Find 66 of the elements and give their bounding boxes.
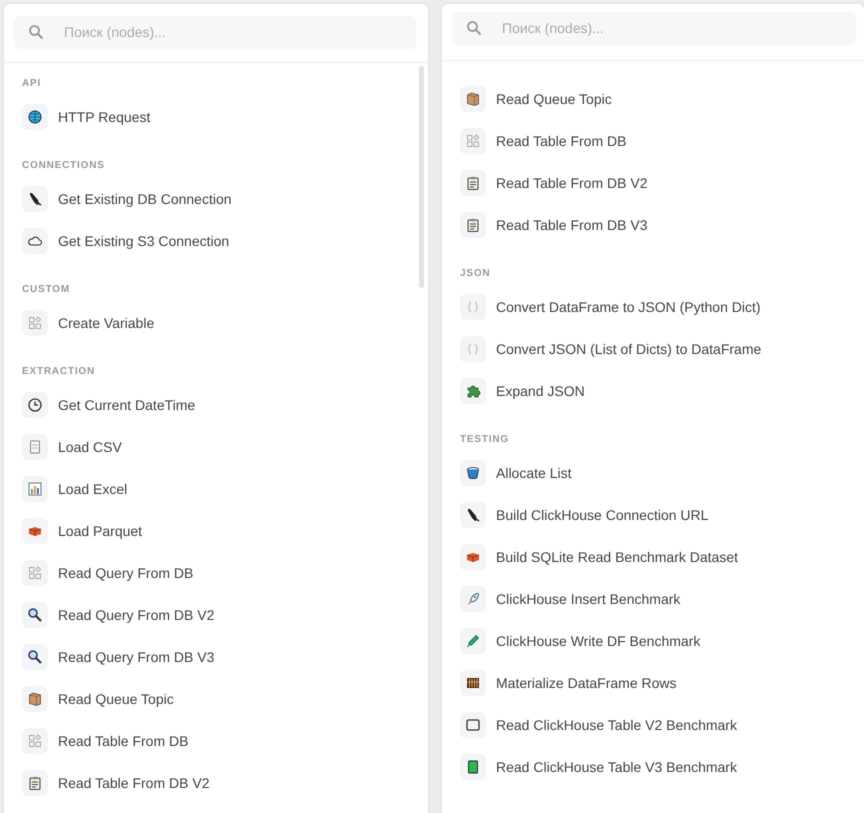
section-header: JSON [460, 267, 492, 281]
node-item[interactable]: Read ClickHouse Table V2 Benchmark [496, 717, 737, 733]
node-item[interactable]: Read Queue Topic [496, 91, 612, 107]
node-item[interactable]: Convert JSON (List of Dicts) to DataFrame [496, 341, 762, 357]
node-item[interactable]: Read Table From DB [58, 733, 188, 749]
shapes-icon [27, 565, 43, 581]
document-icon [27, 439, 43, 455]
braces-icon [465, 299, 481, 315]
search-field[interactable]: Поиск (nodes)... [452, 12, 856, 44]
node-item[interactable]: Load CSV [58, 439, 122, 455]
scrollbar[interactable] [419, 66, 424, 288]
search-icon [466, 20, 482, 36]
node-item[interactable]: ClickHouse Insert Benchmark [496, 591, 680, 607]
node-item[interactable]: HTTP Request [58, 109, 150, 125]
node-item[interactable]: Read ClickHouse Table V3 Benchmark [496, 759, 737, 775]
clipboard-icon [27, 775, 43, 791]
section-header: CUSTOM [22, 283, 71, 297]
section-header: API [22, 77, 42, 91]
node-item[interactable]: Get Existing S3 Connection [58, 233, 230, 249]
frame-icon [465, 717, 481, 733]
shapes-icon [27, 733, 43, 749]
bucket-icon [465, 465, 481, 481]
shapes-icon [27, 315, 43, 331]
node-item[interactable]: Read Query From DB [58, 565, 194, 581]
search-icon [28, 24, 44, 40]
rocket-icon [465, 591, 481, 607]
pen-icon [465, 633, 481, 649]
node-item[interactable]: Materialize DataFrame Rows [496, 675, 676, 691]
plug-icon [465, 507, 481, 523]
node-item[interactable]: Read Query From DB V2 [58, 607, 214, 623]
box-icon [27, 691, 43, 707]
node-item[interactable]: Get Current DateTime [58, 397, 196, 413]
node-item[interactable]: Read Queue Topic [58, 691, 174, 707]
node-item[interactable]: Build ClickHouse Connection URL [496, 507, 708, 523]
node-item[interactable]: Read Table From DB [496, 133, 626, 149]
node-item[interactable]: Allocate List [496, 465, 572, 481]
node-item[interactable]: ClickHouse Write DF Benchmark [496, 633, 700, 649]
node-item[interactable]: Build SQLite Read Benchmark Dataset [496, 549, 738, 565]
abacus-icon [465, 675, 481, 691]
bar-chart-icon [27, 481, 43, 497]
box-icon [465, 91, 481, 107]
clock-icon [27, 397, 43, 413]
section-header: TESTING [460, 433, 510, 447]
node-item[interactable]: Load Parquet [58, 523, 142, 539]
shapes-icon [465, 133, 481, 149]
node-item[interactable]: Get Existing DB Connection [58, 191, 232, 207]
braces-icon [465, 341, 481, 357]
magnifier-icon [27, 649, 43, 665]
node-item[interactable]: Read Table From DB V2 [58, 775, 210, 791]
node-item[interactable]: Load Excel [58, 481, 128, 497]
node-item[interactable]: Read Table From DB V3 [496, 217, 648, 233]
globe-icon [27, 109, 43, 125]
puzzle-piece-icon [465, 383, 481, 399]
node-item[interactable]: Expand JSON [496, 383, 585, 399]
search-field[interactable]: Поиск (nodes)... [14, 16, 416, 48]
node-item[interactable]: Create Variable [58, 315, 154, 331]
book-icon [465, 759, 481, 775]
section-header: EXTRACTION [22, 365, 96, 379]
clipboard-icon [465, 175, 481, 191]
plug-icon [27, 191, 43, 207]
node-item[interactable]: Convert DataFrame to JSON (Python Dict) [496, 299, 761, 315]
node-item[interactable]: Read Table From DB V2 [496, 175, 648, 191]
section-header: CONNECTIONS [22, 159, 106, 173]
clipboard-icon [465, 217, 481, 233]
node-item[interactable]: Read Query From DB V3 [58, 649, 214, 665]
magnifier-icon [27, 607, 43, 623]
